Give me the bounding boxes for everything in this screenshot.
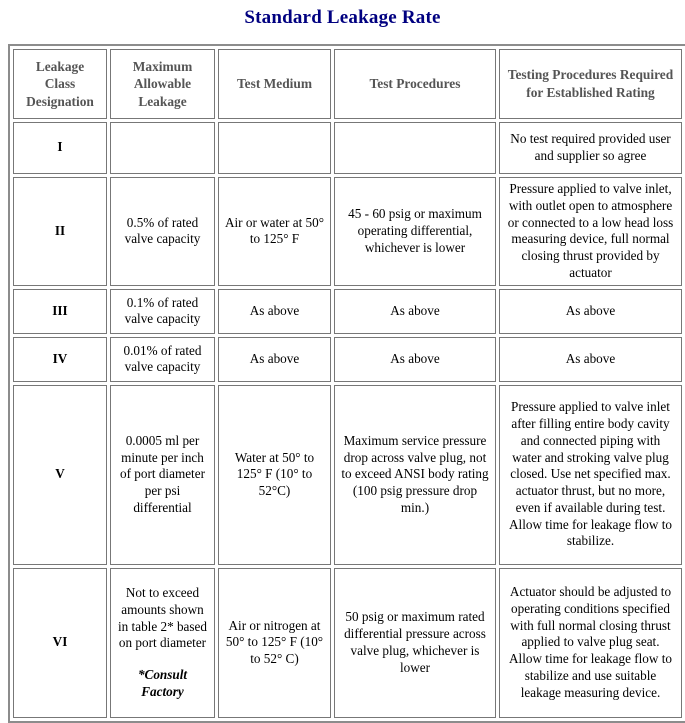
cell-class-designation: V <box>13 384 107 565</box>
table-row: IV 0.01% of rated valve capacity As abov… <box>13 336 682 382</box>
table-row: I No test required provided user and sup… <box>13 121 682 174</box>
page-root: Standard Leakage Rate Leakage Class Desi… <box>0 0 685 723</box>
cell-test-procedures <box>334 121 496 174</box>
table-body: I No test required provided user and sup… <box>13 121 682 718</box>
leakage-rate-table: Leakage Class Designation Maximum Allowa… <box>8 43 685 723</box>
page-title: Standard Leakage Rate <box>244 7 441 28</box>
cell-test-procedures: As above <box>334 336 496 382</box>
cell-maximum-allowable-leakage: 0.1% of rated valve capacity <box>110 288 215 334</box>
cell-test-medium: Water at 50° to 125° F (10° to 52°C) <box>218 384 331 565</box>
cell-test-medium: Air or water at 50° to 125° F <box>218 176 331 286</box>
cell-test-medium: Air or nitrogen at 50° to 125° F (10° to… <box>218 567 331 718</box>
cell-test-procedures: 50 psig or maximum rated differential pr… <box>334 567 496 718</box>
cell-class-designation: III <box>13 288 107 334</box>
table-row: III 0.1% of rated valve capacity As abov… <box>13 288 682 334</box>
table-container: Leakage Class Designation Maximum Allowa… <box>0 30 685 723</box>
cell-test-procedures: Maximum service pressure drop across val… <box>334 384 496 565</box>
cell-testing-procedures-required: Pressure applied to valve inlet, with ou… <box>499 176 682 286</box>
cell-maximum-allowable-leakage: Not to exceed amounts shown in table 2* … <box>110 567 215 718</box>
cell-class-designation: II <box>13 176 107 286</box>
cell-test-procedures: As above <box>334 288 496 334</box>
table-header: Leakage Class Designation Maximum Allowa… <box>13 48 682 119</box>
cell-class-designation: IV <box>13 336 107 382</box>
cell-maximum-allowable-leakage-text: Not to exceed amounts shown in table 2* … <box>118 585 207 651</box>
cell-testing-procedures-required: As above <box>499 336 682 382</box>
cell-class-designation: I <box>13 121 107 174</box>
header-row: Leakage Class Designation Maximum Allowa… <box>13 48 682 119</box>
cell-maximum-allowable-leakage: 0.01% of rated valve capacity <box>110 336 215 382</box>
consult-factory-note: *Consult Factory <box>137 667 188 699</box>
cell-maximum-allowable-leakage: 0.0005 ml per minute per inch of port di… <box>110 384 215 565</box>
cell-test-medium: As above <box>218 288 331 334</box>
cell-test-procedures: 45 - 60 psig or maximum operating differ… <box>334 176 496 286</box>
table-row: II 0.5% of rated valve capacity Air or w… <box>13 176 682 286</box>
table-row: VI Not to exceed amounts shown in table … <box>13 567 682 718</box>
cell-test-medium: As above <box>218 336 331 382</box>
cell-class-designation: VI <box>13 567 107 718</box>
cell-maximum-allowable-leakage: 0.5% of rated valve capacity <box>110 176 215 286</box>
column-header-leakage-class-designation: Leakage Class Designation <box>13 48 107 119</box>
column-header-test-medium: Test Medium <box>218 48 331 119</box>
table-row: V 0.0005 ml per minute per inch of port … <box>13 384 682 565</box>
cell-test-medium <box>218 121 331 174</box>
cell-testing-procedures-required: As above <box>499 288 682 334</box>
column-header-maximum-allowable-leakage: Maximum Allowable Leakage <box>110 48 215 119</box>
column-header-testing-procedures-required: Testing Procedures Required for Establis… <box>499 48 682 119</box>
cell-maximum-allowable-leakage <box>110 121 215 174</box>
cell-testing-procedures-required: No test required provided user and suppl… <box>499 121 682 174</box>
cell-testing-procedures-required: Pressure applied to valve inlet after fi… <box>499 384 682 565</box>
cell-testing-procedures-required: Actuator should be adjusted to operating… <box>499 567 682 718</box>
column-header-test-procedures: Test Procedures <box>334 48 496 119</box>
